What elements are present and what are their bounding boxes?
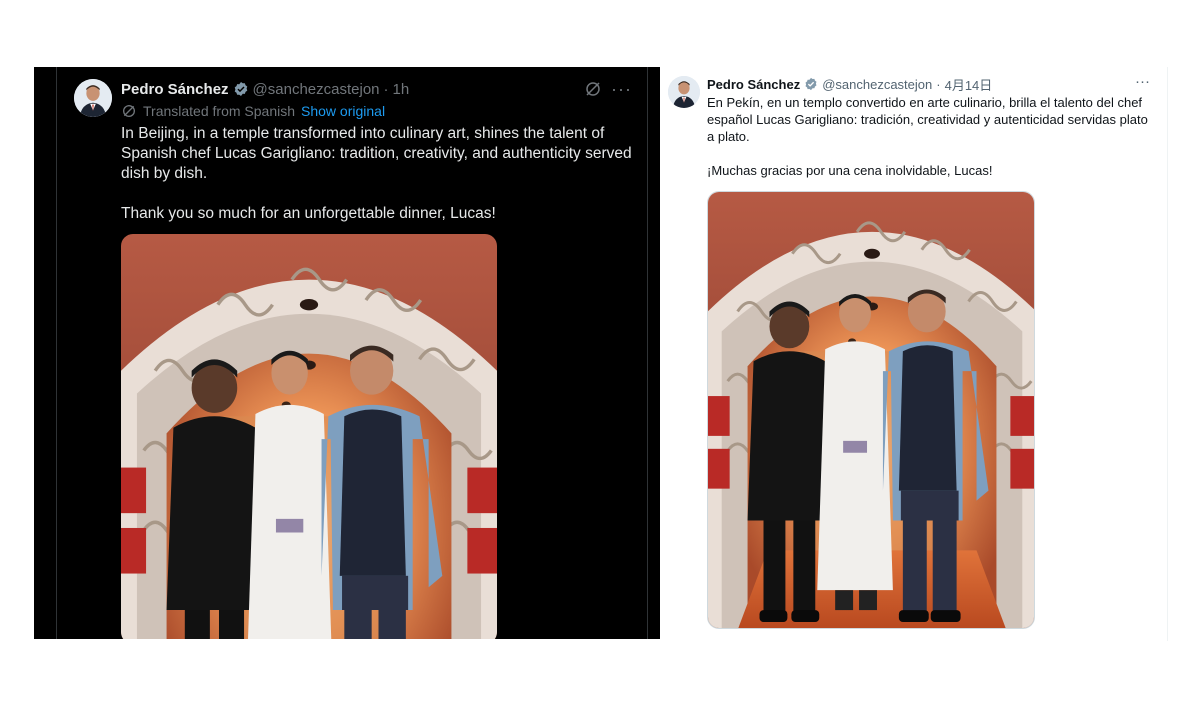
- author-name[interactable]: Pedro Sánchez: [121, 81, 229, 98]
- timestamp[interactable]: 1h: [393, 81, 410, 98]
- translation-label: Translated from Spanish: [143, 103, 295, 119]
- separator: ·: [383, 80, 389, 98]
- verified-badge-icon: [233, 81, 249, 97]
- author-name[interactable]: Pedro Sánchez: [707, 77, 800, 92]
- tweet-photo[interactable]: [707, 191, 1035, 629]
- separator: ·: [936, 76, 941, 92]
- grok-icon[interactable]: [584, 80, 602, 98]
- original-tweet-light: Pedro Sánchez @sanchezcastejon · 4月14日 ·…: [660, 67, 1168, 641]
- author-handle[interactable]: @sanchezcastejon: [253, 81, 380, 98]
- author-handle[interactable]: @sanchezcastejon: [822, 77, 932, 92]
- more-options-icon[interactable]: ···: [611, 79, 632, 100]
- translated-tweet-dark: Pedro Sánchez @sanchezcastejon · 1h ··· …: [34, 67, 660, 639]
- right-divider: [647, 67, 648, 639]
- avatar[interactable]: [668, 76, 700, 108]
- avatar[interactable]: [74, 79, 112, 117]
- verified-badge-icon: [804, 77, 818, 91]
- left-divider: [56, 67, 57, 639]
- tweet-text: En Pekín, en un templo convertido en art…: [707, 94, 1157, 196]
- tweet-paragraph: ¡Muchas gracias por una cena inolvidable…: [707, 163, 993, 178]
- tweet-text: In Beijing, in a temple transformed into…: [121, 124, 641, 244]
- tweet-header: Pedro Sánchez @sanchezcastejon · 4月14日: [707, 75, 992, 93]
- translate-icon: [121, 103, 137, 119]
- tweet-paragraph: Thank you so much for an unforgettable d…: [121, 205, 496, 222]
- translation-notice: Translated from Spanish Show original: [121, 103, 385, 119]
- tweet-paragraph: In Beijing, in a temple transformed into…: [121, 125, 632, 182]
- show-original-link[interactable]: Show original: [301, 103, 385, 119]
- more-options-icon[interactable]: ···: [1135, 73, 1150, 90]
- tweet-header: Pedro Sánchez @sanchezcastejon · 1h: [121, 79, 409, 99]
- tweet-photo[interactable]: [121, 234, 497, 639]
- timestamp[interactable]: 4月14日: [945, 75, 993, 94]
- tweet-paragraph: En Pekín, en un templo convertido en art…: [707, 95, 1148, 144]
